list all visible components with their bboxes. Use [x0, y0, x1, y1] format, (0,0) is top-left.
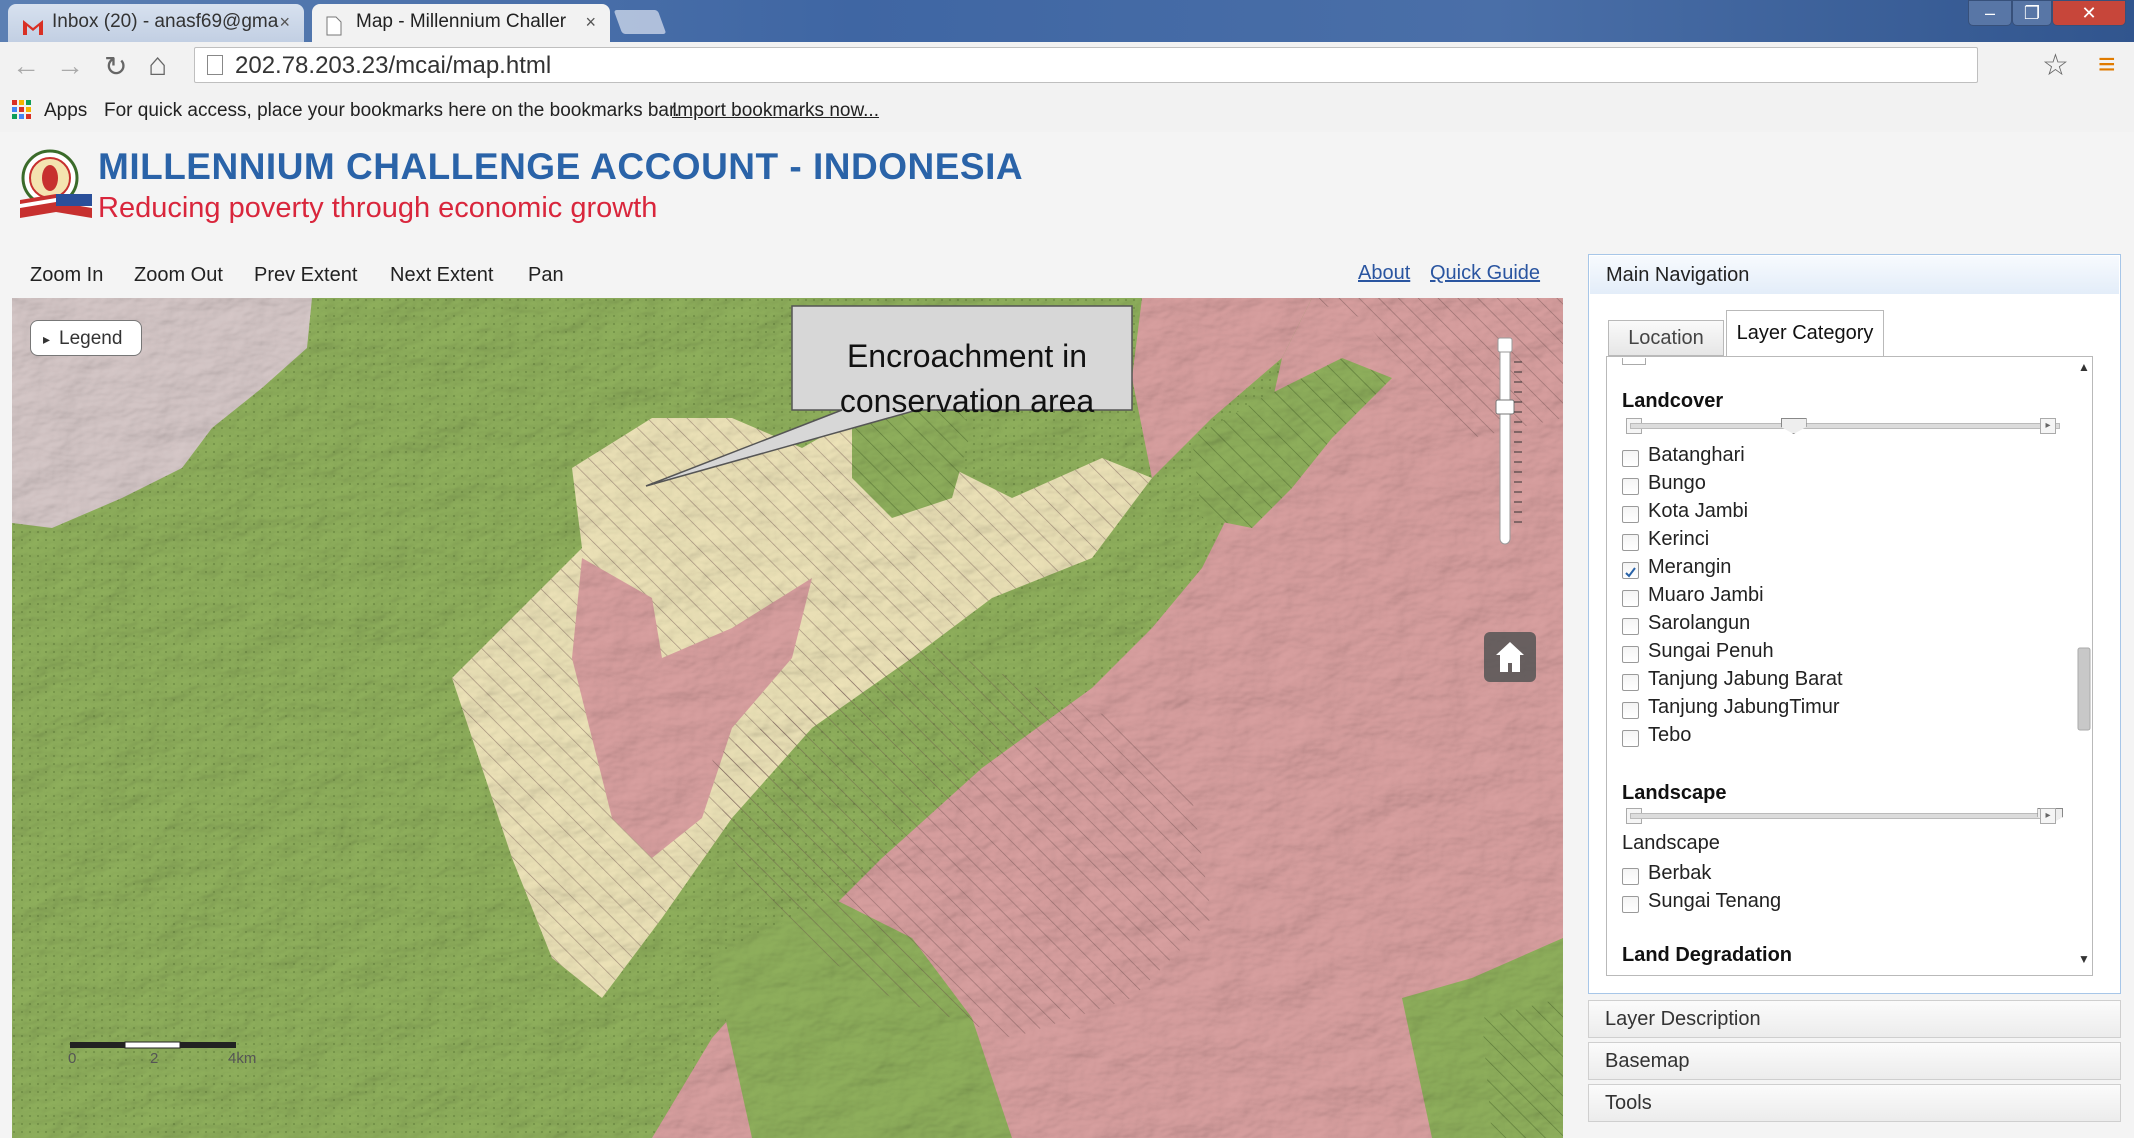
tab-label: Inbox (20) - anasf69@gma — [52, 11, 279, 32]
layer-item-label: Tebo — [1648, 724, 1692, 746]
bookmark-star-icon[interactable]: ☆ — [2042, 48, 2069, 83]
browser-tab-gmail[interactable]: Inbox (20) - anasf69@gma × — [8, 4, 304, 42]
panel-header[interactable]: Main Navigation — [1590, 256, 2119, 294]
new-tab-button[interactable] — [613, 10, 667, 34]
checkbox[interactable] — [1622, 534, 1639, 551]
gmail-icon — [22, 13, 43, 35]
layer-item-label: Tanjung Jabung Barat — [1648, 668, 1843, 690]
menu-icon[interactable]: ≡ — [2098, 48, 2116, 82]
zoom-in-tool[interactable]: Zoom In — [30, 264, 103, 287]
legend-label: Legend — [59, 328, 123, 349]
tools-section[interactable]: Tools — [1588, 1084, 2121, 1122]
about-link[interactable]: About — [1358, 262, 1410, 285]
checkbox[interactable] — [1622, 674, 1639, 691]
apps-grid-icon[interactable] — [12, 100, 32, 126]
layer-item-label: Batanghari — [1648, 444, 1745, 466]
landcover-opacity-slider[interactable] — [1630, 423, 2060, 429]
expand-arrow-icon: ▸ — [43, 331, 51, 347]
site-subtitle: Reducing poverty through economic growth — [98, 192, 658, 224]
checkbox[interactable] — [1622, 478, 1639, 495]
callout-line-1: Encroachment in — [846, 338, 1088, 374]
zoom-in-button[interactable] — [1497, 337, 1513, 353]
import-bookmarks-link[interactable]: Import bookmarks now... — [672, 100, 879, 122]
page-icon — [207, 55, 223, 75]
scroll-up-icon[interactable]: ▲ — [2078, 360, 2090, 374]
address-bar[interactable]: 202.78.203.23/mcai/map.html — [194, 47, 1978, 83]
layer-item-label: Kerinci — [1648, 528, 1710, 550]
landscape-group-label: Landscape — [1622, 832, 1720, 854]
quick-guide-link[interactable]: Quick Guide — [1430, 262, 1540, 285]
landcover-heading: Landcover — [1622, 390, 1724, 412]
page-icon — [326, 13, 346, 36]
layer-item-label: Sarolangun — [1648, 612, 1751, 634]
layer-item-label: Sungai Tenang — [1648, 890, 1782, 912]
tab-label: Map - Millennium Challer — [356, 11, 567, 32]
apps-link[interactable]: Apps — [44, 100, 87, 122]
slider-right-icon[interactable]: ▸ — [2040, 808, 2056, 824]
prev-extent-tool[interactable]: Prev Extent — [254, 264, 357, 287]
zoom-slider-thumb[interactable] — [1495, 399, 1515, 415]
layer-item-label: Kota Jambi — [1648, 500, 1749, 522]
checkbox[interactable] — [1622, 646, 1639, 663]
mca-logo — [20, 149, 92, 218]
check-icon — [1625, 567, 1636, 578]
checkbox[interactable] — [1622, 868, 1639, 885]
pan-tool[interactable]: Pan — [528, 264, 564, 287]
checkbox[interactable] — [1622, 506, 1639, 523]
scale-tick-0: 0 — [68, 1050, 77, 1067]
checkbox-checked[interactable] — [1622, 562, 1639, 579]
basemap-section[interactable]: Basemap — [1588, 1042, 2121, 1080]
url-text: 202.78.203.23/mcai/map.html — [235, 52, 552, 79]
map-canvas[interactable] — [12, 298, 1563, 1138]
scrollbar-thumb[interactable] — [2077, 647, 2091, 731]
checkbox[interactable] — [1622, 896, 1639, 913]
checkbox[interactable] — [1622, 618, 1639, 635]
checkbox[interactable] — [1622, 590, 1639, 607]
zoom-out-tool[interactable]: Zoom Out — [134, 264, 223, 287]
callout-line-2: conservation area — [839, 383, 1095, 419]
reload-icon[interactable]: ↻ — [104, 50, 127, 83]
tab-location[interactable]: Location — [1608, 320, 1724, 356]
layer-description-section[interactable]: Layer Description — [1588, 1000, 2121, 1038]
window-titlebar: Inbox (20) - anasf69@gma × Map - Millenn… — [0, 0, 2134, 42]
legend-button[interactable]: ▸ Legend — [30, 320, 142, 356]
close-window-button[interactable]: ✕ — [2052, 0, 2126, 26]
layer-item-label: Muaro Jambi — [1648, 584, 1764, 606]
callout-text: Encroachment in conservation area — [792, 334, 1142, 424]
zoom-slider-track[interactable] — [1499, 343, 1511, 545]
checkbox[interactable] — [1622, 730, 1639, 747]
terrain-relief — [12, 298, 1563, 1138]
layer-item-label: Bungo — [1648, 472, 1706, 494]
checkbox[interactable] — [1622, 702, 1639, 719]
tab-layer-category[interactable]: Layer Category — [1726, 310, 1884, 357]
next-extent-tool[interactable]: Next Extent — [390, 264, 493, 287]
layer-item-label: Berbak — [1648, 862, 1712, 884]
close-tab-icon[interactable]: × — [585, 4, 596, 40]
bookmarks-hint: For quick access, place your bookmarks h… — [104, 100, 680, 121]
back-icon[interactable]: ← — [12, 50, 40, 82]
landscape-opacity-slider[interactable] — [1630, 813, 2060, 819]
checkbox[interactable] — [1622, 450, 1639, 467]
close-tab-icon[interactable]: × — [279, 4, 290, 40]
bookmarks-bar: Apps For quick access, place your bookma… — [0, 90, 2134, 133]
layer-item-label: Tanjung JabungTimur — [1648, 696, 1840, 718]
layer-item-label: Sungai Penuh — [1648, 640, 1774, 662]
home-icon[interactable]: ⌂ — [148, 46, 167, 83]
scale-tick-4km: 4km — [228, 1050, 257, 1067]
scroll-down-icon[interactable]: ▼ — [2078, 952, 2090, 966]
layer-list-scrollbar[interactable] — [2076, 360, 2092, 972]
slider-right-icon[interactable]: ▸ — [2040, 418, 2056, 434]
land-degradation-heading: Land Degradation — [1622, 944, 1793, 966]
landscape-heading: Landscape — [1622, 782, 1727, 804]
forward-icon[interactable]: → — [56, 50, 84, 82]
site-title: MILLENNIUM CHALLENGE ACCOUNT - INDONESIA — [98, 146, 1024, 187]
layer-item-label: Merangin — [1648, 556, 1732, 578]
minimize-button[interactable]: – — [1968, 0, 2012, 26]
list-edge — [1622, 358, 1646, 365]
scale-tick-2: 2 — [150, 1050, 159, 1067]
restore-button[interactable]: ❐ — [2012, 0, 2052, 26]
browser-tab-map[interactable]: Map - Millennium Challer × — [312, 4, 610, 42]
